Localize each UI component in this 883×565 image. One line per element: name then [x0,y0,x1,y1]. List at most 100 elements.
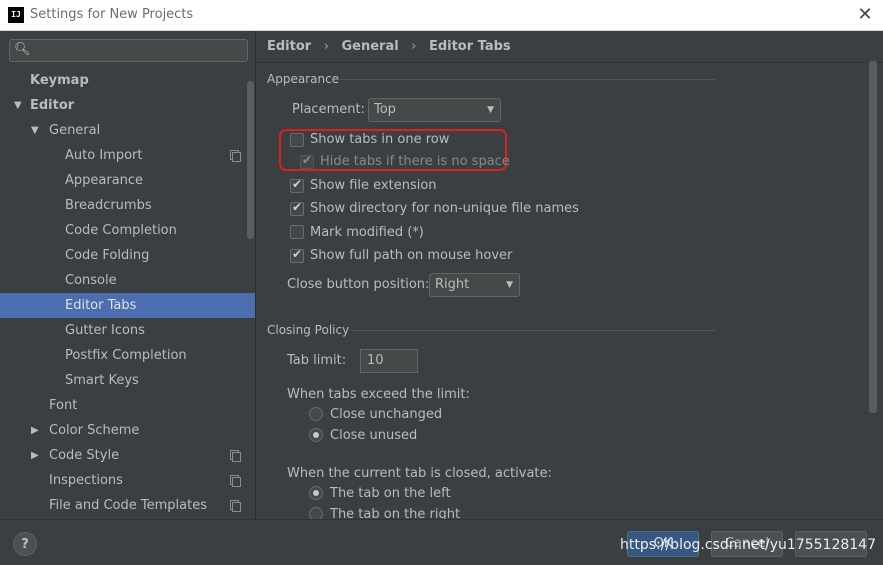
settings-tree-panel: 🔍︎ Keymap ▼ Editor ▼ General Auto Import Appea… [0,31,256,519]
sidebar-item-label: File and Code Templates [49,498,207,513]
project-scope-icon [228,443,242,468]
sidebar-item-label: General [49,123,101,138]
placement-value: Top [374,102,396,117]
mark-modified-label: Mark modified (*) [310,225,424,240]
close-unchanged-radio[interactable] [309,407,323,421]
close-unchanged-label: Close unchanged [330,407,443,422]
chevron-down-icon: ▼ [506,280,513,290]
tab-limit-label: Tab limit: [287,353,347,368]
show-full-path-label: Show full path on mouse hover [310,248,513,263]
breadcrumb-editor: Editor [267,39,312,54]
settings-tree: Keymap ▼ Editor ▼ General Auto Import Appearan… [0,68,255,518]
section-divider [339,79,715,80]
sidebar-item-general[interactable]: ▼ General [0,118,255,143]
sidebar-item-label: Auto Import [65,148,143,163]
show-directory-checkbox[interactable]: ✔ [290,200,304,216]
checkmark-icon: ✔ [292,200,303,214]
sidebar-item-code-style[interactable]: ▶ Code Style [0,443,255,468]
close-button-position-dropdown[interactable]: Right ▼ [429,273,520,297]
close-icon[interactable]: ✕ [853,3,877,27]
tab-limit-input[interactable]: 10 [360,349,418,373]
checkmark-icon: ✔ [302,153,313,167]
show-tabs-one-row-label: Show tabs in one row [310,132,450,147]
content-scrollbar[interactable] [869,61,877,413]
appearance-section-title: Appearance [267,72,340,86]
tab-on-right-radio[interactable] [309,507,323,519]
help-button[interactable]: ? [13,532,37,556]
breadcrumb-separator: › [323,39,329,54]
sidebar-item-keymap[interactable]: Keymap [0,68,255,93]
sidebar-item-label: Font [49,398,78,413]
breadcrumb-separator: › [411,39,417,54]
sidebar-item-editor[interactable]: ▼ Editor [0,93,255,118]
sidebar-item-label: Code Folding [65,248,150,263]
search-input[interactable]: 🔍︎ [9,39,248,62]
sidebar-item-inspections[interactable]: Inspections [0,468,255,493]
collapse-arrow-icon[interactable]: ▶ [31,418,39,443]
show-file-extension-checkbox[interactable]: ✔ [290,177,304,193]
title-bar: IJ Settings for New Projects ✕ [0,0,883,31]
project-scope-icon [228,468,242,493]
dialog-button-bar: ? OK Cancel https://blog.csdn.net/yu1755… [0,519,883,565]
close-unused-radio[interactable] [309,428,323,442]
placement-label: Placement: [292,102,365,117]
tab-on-right-label: The tab on the right [330,507,461,519]
tab-on-left-radio[interactable] [309,486,323,500]
sidebar-item-label: Color Scheme [49,423,140,438]
sidebar-item-editor-tabs[interactable]: Editor Tabs [0,293,255,318]
expand-arrow-icon[interactable]: ▼ [14,93,22,118]
hide-tabs-no-space-checkbox[interactable]: ✔ [300,153,314,169]
expand-arrow-icon[interactable]: ▼ [31,118,39,143]
watermark-text: https://blog.csdn.net/yu1755128147 [620,537,876,553]
hide-tabs-no-space-label: Hide tabs if there is no space [320,154,510,169]
sidebar-item-label: Code Style [49,448,120,463]
breadcrumb-general: General [341,39,399,54]
project-scope-icon [228,493,242,518]
settings-content-panel: Editor › General › Editor Tabs Appearanc… [257,31,883,519]
radio-dot [313,490,319,496]
radio-dot [313,432,319,438]
tree-scrollbar[interactable] [247,81,254,239]
close-button-position-label: Close button position: [287,277,430,292]
close-unused-label: Close unused [330,428,418,443]
show-full-path-checkbox[interactable]: ✔ [290,247,304,263]
collapse-arrow-icon[interactable]: ▶ [31,443,39,468]
search-icon: 🔍︎ [14,42,31,57]
sidebar-item-auto-import[interactable]: Auto Import [0,143,255,168]
sidebar-item-label: Code Completion [65,223,177,238]
section-divider [351,330,715,331]
intellij-app-icon: IJ [8,7,24,23]
sidebar-item-code-completion[interactable]: Code Completion [0,218,255,243]
show-file-extension-label: Show file extension [310,178,437,193]
show-tabs-one-row-checkbox[interactable] [290,133,304,147]
sidebar-item-smart-keys[interactable]: Smart Keys [0,368,255,393]
sidebar-item-label: Console [65,273,117,288]
breadcrumb-editor-tabs: Editor Tabs [428,39,511,54]
sidebar-item-appearance[interactable]: Appearance [0,168,255,193]
sidebar-item-breadcrumbs[interactable]: Breadcrumbs [0,193,255,218]
sidebar-item-label: Breadcrumbs [65,198,152,213]
sidebar-item-font[interactable]: Font [0,393,255,418]
sidebar-item-label: Appearance [65,173,144,188]
sidebar-item-label: Keymap [30,73,89,88]
tab-closed-activate-label: When the current tab is closed, activate… [287,466,552,481]
sidebar-item-gutter-icons[interactable]: Gutter Icons [0,318,255,343]
sidebar-item-label: Inspections [49,473,123,488]
sidebar-item-code-folding[interactable]: Code Folding [0,243,255,268]
close-button-position-value: Right [435,277,470,292]
sidebar-item-file-and-code-templates[interactable]: File and Code Templates [0,493,255,518]
sidebar-item-label: Smart Keys [65,373,139,388]
sidebar-item-label: Gutter Icons [65,323,145,338]
sidebar-item-postfix-completion[interactable]: Postfix Completion [0,343,255,368]
mark-modified-checkbox[interactable] [290,225,304,239]
checkmark-icon: ✔ [292,247,303,261]
placement-dropdown[interactable]: Top ▼ [368,98,501,122]
chevron-down-icon: ▼ [487,105,494,115]
sidebar-item-label: Postfix Completion [65,348,187,363]
sidebar-item-label: Editor Tabs [65,298,137,313]
tabs-exceed-label: When tabs exceed the limit: [287,387,470,402]
breadcrumb: Editor › General › Editor Tabs [267,39,519,54]
checkmark-icon: ✔ [292,177,303,191]
sidebar-item-color-scheme[interactable]: ▶ Color Scheme [0,418,255,443]
sidebar-item-console[interactable]: Console [0,268,255,293]
